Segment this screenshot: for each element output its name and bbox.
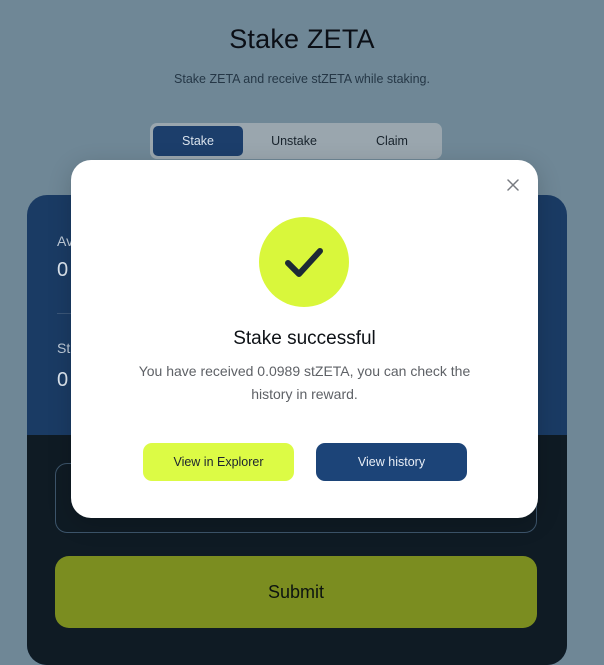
modal-title: Stake successful (233, 328, 376, 349)
staked-label: St (57, 340, 71, 356)
stake-tabs: Stake Unstake Claim (150, 123, 442, 159)
close-icon[interactable] (504, 176, 522, 194)
tab-claim[interactable]: Claim (345, 126, 439, 156)
checkmark-icon (285, 248, 323, 277)
view-history-button[interactable]: View history (316, 443, 467, 481)
page-title: Stake ZETA (229, 24, 375, 54)
available-value: 0 (57, 259, 69, 281)
view-in-explorer-button[interactable]: View in Explorer (143, 443, 294, 481)
page-subtitle: Stake ZETA and receive stZETA while stak… (174, 72, 430, 86)
modal-message: You have received 0.0989 stZETA, you can… (138, 363, 471, 402)
tab-unstake[interactable]: Unstake (247, 126, 341, 156)
submit-button[interactable]: Submit (55, 556, 537, 628)
success-modal: Stake successful You have received 0.098… (71, 160, 538, 518)
success-badge (259, 217, 349, 307)
tab-stake[interactable]: Stake (153, 126, 243, 156)
staked-value: 0 (57, 369, 69, 391)
